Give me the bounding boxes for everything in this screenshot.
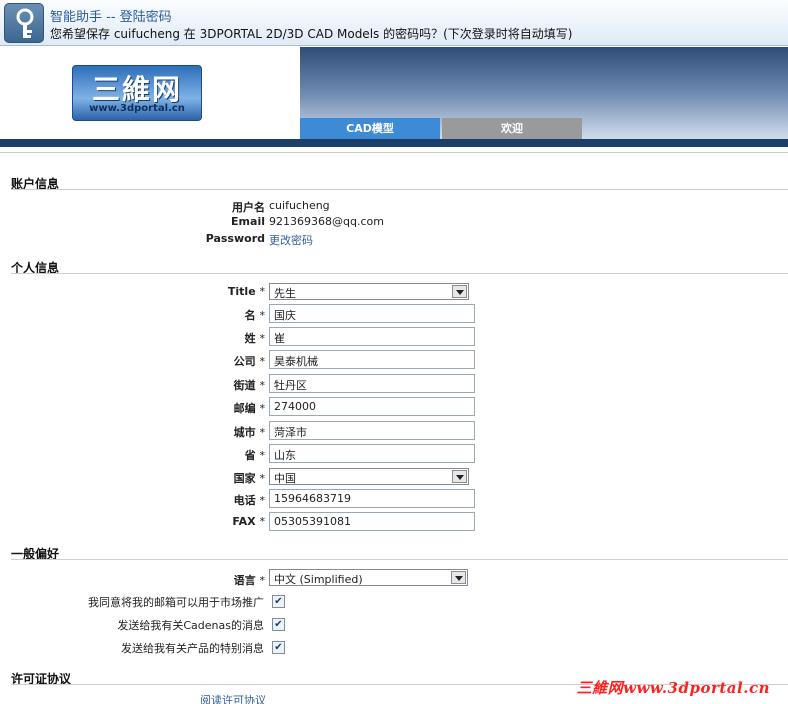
checkmark-icon: ✔ xyxy=(274,642,283,653)
checkmark-icon: ✔ xyxy=(274,619,283,630)
country-label: 国家 * xyxy=(233,472,265,485)
language-select[interactable]: 中文 (Simplified) xyxy=(269,569,468,586)
password-save-prompt: 智能助手 -- 登陆密码 您希望保存 cuifucheng 在 3DPORTAL… xyxy=(0,0,788,46)
cadenas-news-label: 发送给我有关Cadenas的消息 xyxy=(117,619,264,632)
cadenas-news-checkbox[interactable]: ✔ xyxy=(272,618,285,631)
city-field[interactable]: 菏泽市 xyxy=(269,421,475,440)
watermark: 三維网www.3dportal.cn xyxy=(576,679,770,697)
logo-url: www.3dportal.cn xyxy=(89,103,185,114)
country-select-value: 中国 xyxy=(274,472,296,485)
tab-cad-models[interactable]: CAD模型 xyxy=(300,118,440,139)
zip-field[interactable]: 274000 xyxy=(269,397,475,416)
divider xyxy=(0,152,788,153)
email-label: Email xyxy=(231,215,265,228)
password-prompt-message: 您希望保存 cuifucheng 在 3DPORTAL 2D/3D CAD Mo… xyxy=(50,27,573,41)
country-select[interactable]: 中国 xyxy=(269,468,469,485)
section-divider xyxy=(11,189,788,190)
zip-label: 邮编 * xyxy=(233,402,265,415)
header-stripe xyxy=(0,139,788,147)
password-label: Password xyxy=(205,232,265,245)
password-prompt-title[interactable]: 智能助手 -- 登陆密码 xyxy=(50,6,172,25)
province-field[interactable]: 山东 xyxy=(269,444,475,463)
email-value: 921369368@qq.com xyxy=(269,215,384,228)
chevron-down-icon xyxy=(451,571,466,584)
tab-welcome[interactable]: 欢迎 xyxy=(442,118,582,139)
language-select-value: 中文 (Simplified) xyxy=(274,573,363,586)
company-field[interactable]: 昊泰机械 xyxy=(269,350,475,369)
read-license-link[interactable]: 阅读许可协议 xyxy=(200,692,266,704)
last-name-label: 姓 * xyxy=(244,332,265,345)
street-field[interactable]: 牡丹区 xyxy=(269,374,475,393)
phone-field[interactable]: 15964683719 xyxy=(269,489,475,508)
first-name-label: 名 * xyxy=(244,309,265,322)
last-name-field[interactable]: 崔 xyxy=(269,327,475,346)
title-select[interactable]: 先生 xyxy=(269,283,469,300)
username-label: 用户名 xyxy=(232,201,265,214)
change-password-link[interactable]: 更改密码 xyxy=(269,232,313,248)
site-header: 三維网 www.3dportal.cn CAD模型 欢迎 xyxy=(0,47,788,147)
city-label: 城市 * xyxy=(233,426,265,439)
product-offers-label: 发送给我有关产品的特别消息 xyxy=(121,642,264,655)
username-value: cuifucheng xyxy=(269,199,330,212)
phone-label: 电话 * xyxy=(233,494,265,507)
company-label: 公司 * xyxy=(233,355,265,368)
logo-text: 三維网 xyxy=(91,73,182,106)
chevron-down-icon xyxy=(452,470,467,483)
marketing-consent-label: 我同意将我的邮箱可以用于市场推广 xyxy=(88,596,264,609)
title-label: Title * xyxy=(227,285,265,298)
section-divider xyxy=(11,273,788,274)
street-label: 街道 * xyxy=(233,379,265,392)
province-label: 省 * xyxy=(244,449,265,462)
fax-label: FAX * xyxy=(232,515,265,528)
product-offers-checkbox[interactable]: ✔ xyxy=(272,641,285,654)
checkmark-icon: ✔ xyxy=(274,596,283,607)
language-label: 语言 * xyxy=(233,574,265,587)
chevron-down-icon xyxy=(452,285,467,298)
first-name-field[interactable]: 国庆 xyxy=(269,304,475,323)
site-logo[interactable]: 三維网 www.3dportal.cn xyxy=(72,65,202,121)
key-icon xyxy=(4,3,44,43)
section-divider xyxy=(11,559,788,560)
fax-field[interactable]: 05305391081 xyxy=(269,512,475,531)
marketing-consent-checkbox[interactable]: ✔ xyxy=(272,595,285,608)
title-select-value: 先生 xyxy=(274,287,296,300)
logo-area: 三維网 www.3dportal.cn xyxy=(0,47,300,139)
